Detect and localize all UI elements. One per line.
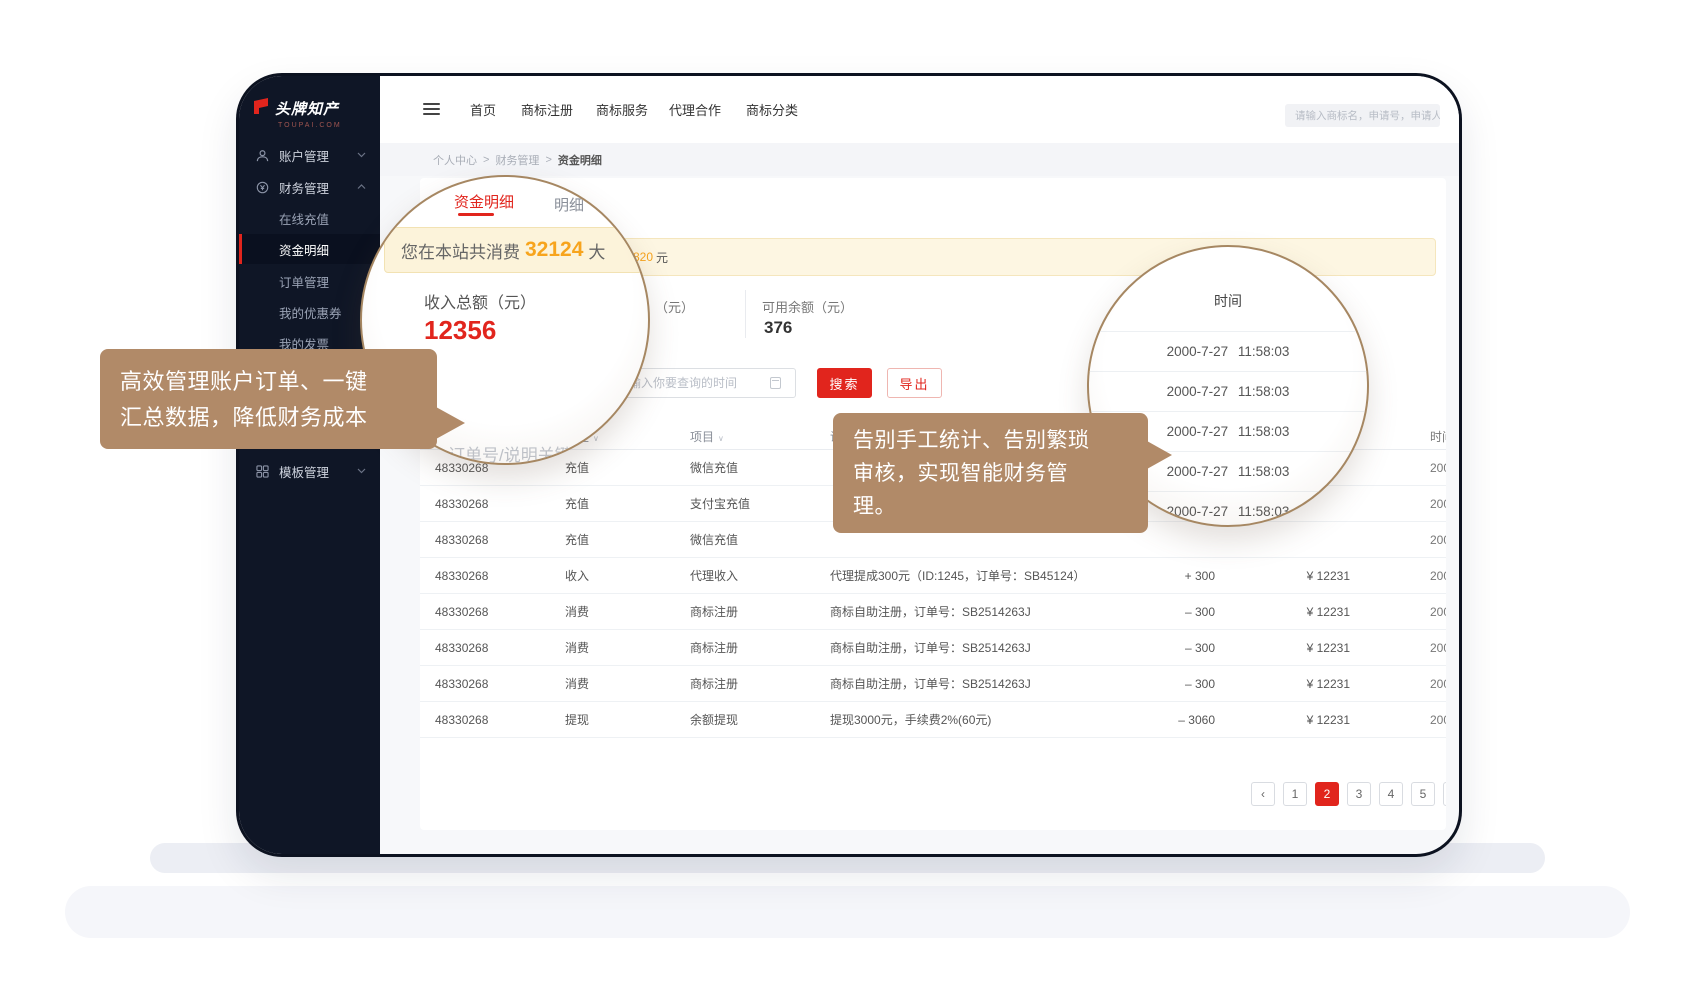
header-project[interactable]: 项目 bbox=[675, 428, 815, 445]
laptop-floor-shadow bbox=[65, 886, 1630, 938]
template-grid-icon bbox=[255, 464, 269, 478]
nav-trademark-register[interactable]: 商标注册 bbox=[521, 76, 573, 143]
magnified-time-header: 时间 bbox=[1089, 291, 1367, 311]
magnified-tab-underline bbox=[458, 213, 494, 216]
sidebar-item-label: 账户管理 bbox=[279, 146, 329, 165]
brand-logo[interactable]: 头牌知产 TOUPAI.COM bbox=[252, 98, 372, 129]
sidebar-item-label: 模板管理 bbox=[279, 462, 329, 481]
breadcrumb-finance[interactable]: 财务管理 bbox=[495, 152, 539, 168]
stat-divider bbox=[745, 290, 746, 338]
sidebar-subitem-recharge[interactable]: 在线充值 bbox=[239, 203, 380, 233]
chevron-down-icon bbox=[357, 152, 366, 158]
banner-unit: 元 bbox=[656, 249, 668, 266]
pagination-page-3[interactable]: 3 bbox=[1347, 782, 1371, 806]
mid-stat-label: （元） bbox=[655, 297, 694, 316]
finance-coin-icon bbox=[255, 180, 269, 194]
available-balance-value: 376 bbox=[764, 318, 792, 338]
sidebar-item-account[interactable]: 账户管理 bbox=[239, 140, 380, 170]
pagination-page-4[interactable]: 4 bbox=[1379, 782, 1403, 806]
pagination-page-2-active[interactable]: 2 bbox=[1315, 782, 1339, 806]
hamburger-icon[interactable] bbox=[423, 103, 440, 118]
chevron-down-icon bbox=[357, 468, 366, 474]
magnified-time-row: 2000-7-27 11:58:03 bbox=[1087, 371, 1369, 411]
user-icon bbox=[255, 148, 269, 162]
callout-left-line1: 高效管理账户订单、一键 bbox=[120, 364, 417, 400]
sidebar-item-finance[interactable]: 财务管理 bbox=[239, 172, 380, 202]
date-range-input[interactable] bbox=[616, 368, 796, 398]
pagination-next-icon[interactable]: › bbox=[1443, 782, 1446, 806]
brand-subtext: TOUPAI.COM bbox=[278, 122, 372, 129]
calendar-icon[interactable] bbox=[770, 377, 781, 389]
sidebar-item-label: 财务管理 bbox=[279, 178, 329, 197]
magnified-time-row: 2000-7-27 11:58:03 bbox=[1087, 331, 1369, 371]
magnified-keyword-placeholder: 订单号/说明关键字 bbox=[448, 441, 589, 465]
table-row: 48330268收入代理收入代理提成300元（ID:1245，订单号：SB451… bbox=[420, 558, 1446, 594]
brand-name: 头牌知产 bbox=[275, 98, 339, 119]
pagination-page-1[interactable]: 1 bbox=[1283, 782, 1307, 806]
callout-right-line2: 审核，实现智能财务管 bbox=[853, 457, 1128, 490]
breadcrumb-separator: > bbox=[545, 154, 551, 166]
breadcrumb: 个人中心 > 财务管理 > 资金明细 bbox=[380, 143, 1459, 176]
nav-trademark-category[interactable]: 商标分类 bbox=[746, 76, 798, 143]
global-search-input[interactable] bbox=[1285, 104, 1440, 127]
table-row: 48330268消费商标注册商标自助注册，订单号：SB2514263J– 300… bbox=[420, 630, 1446, 666]
search-button[interactable]: 搜索 bbox=[817, 368, 872, 398]
sidebar-subitem-coupons[interactable]: 我的优惠券 bbox=[239, 297, 380, 327]
pagination-prev-icon[interactable]: ‹ bbox=[1251, 782, 1275, 806]
magnified-income-label: 收入总额（元） bbox=[424, 289, 536, 313]
pagination: ‹ 1 2 3 4 5 › bbox=[1251, 782, 1446, 806]
export-button[interactable]: 导出 bbox=[887, 368, 942, 398]
breadcrumb-personal-center[interactable]: 个人中心 bbox=[433, 152, 477, 168]
callout-left: 高效管理账户订单、一键 汇总数据，降低财务成本 bbox=[100, 349, 437, 449]
chevron-up-icon bbox=[357, 184, 366, 190]
table-row: 48330268提现余额提现提现3000元，手续费2%(60元)– 3060¥ … bbox=[420, 702, 1446, 738]
sidebar-item-templates[interactable]: 模板管理 bbox=[239, 456, 380, 486]
available-balance-label: 可用余额（元） bbox=[762, 297, 853, 316]
table-row: 48330268消费商标注册商标自助注册，订单号：SB2514263J– 300… bbox=[420, 594, 1446, 630]
magnified-tab-peek: 明细 bbox=[554, 194, 584, 215]
brand-flag-icon bbox=[252, 98, 270, 119]
topbar: 首页 商标注册 商标服务 代理合作 商标分类 bbox=[380, 76, 1459, 143]
magnified-tab-active: 资金明细 bbox=[454, 191, 514, 212]
header-time: 时间 bbox=[1355, 428, 1446, 445]
callout-right-line1: 告别手工统计、告别繁琐 bbox=[853, 424, 1128, 457]
callout-right-line3: 理。 bbox=[853, 490, 1128, 523]
pagination-page-5[interactable]: 5 bbox=[1411, 782, 1435, 806]
magnified-banner: 您在本站共消费 32124 大 bbox=[384, 227, 650, 273]
breadcrumb-current: 资金明细 bbox=[558, 152, 602, 168]
breadcrumb-separator: > bbox=[483, 154, 489, 166]
callout-left-line2: 汇总数据，降低财务成本 bbox=[120, 400, 417, 436]
callout-right: 告别手工统计、告别繁琐 审核，实现智能财务管 理。 bbox=[833, 413, 1148, 533]
nav-trademark-services[interactable]: 商标服务 bbox=[596, 76, 648, 143]
sidebar: 头牌知产 TOUPAI.COM 账户管理 bbox=[239, 76, 380, 854]
nav-home[interactable]: 首页 bbox=[470, 76, 496, 143]
page: 头牌知产 TOUPAI.COM 账户管理 bbox=[0, 0, 1696, 1002]
table-row: 48330268消费商标注册商标自助注册，订单号：SB2514263J– 300… bbox=[420, 666, 1446, 702]
magnified-income-value: 12356 bbox=[424, 315, 496, 346]
sidebar-subitem-orders[interactable]: 订单管理 bbox=[239, 266, 380, 296]
sidebar-subitem-funds-detail[interactable]: 资金明细 bbox=[239, 234, 380, 264]
nav-agency[interactable]: 代理合作 bbox=[669, 76, 721, 143]
